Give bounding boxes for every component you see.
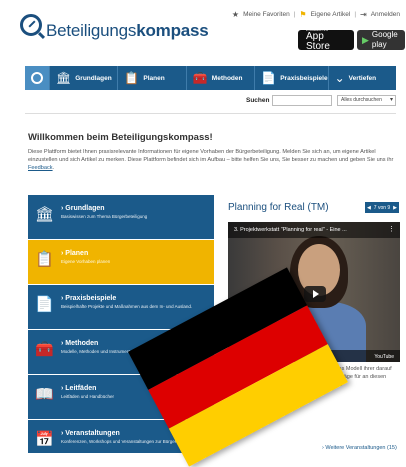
main-nav: 🏛 Grundlagen 📋 Planen 🧰 Methoden 📄 Praxi… — [25, 66, 396, 90]
prev-arrow-icon[interactable]: ◀ — [367, 205, 371, 211]
play-button[interactable] — [304, 286, 326, 302]
google-play-label: Google play — [371, 30, 398, 49]
video-title-bar: 3. Projektwerkstatt "Planning for real" … — [228, 222, 400, 238]
menu-subtitle: Leitfäden und Handbücher — [61, 394, 115, 399]
intro-body: Diese Plattform bietet Ihnen praxisrelev… — [28, 149, 394, 163]
book-icon: 📖 — [35, 386, 54, 403]
menu-title: › Planen — [61, 250, 89, 257]
favorites-link[interactable]: Meine Favoriten — [243, 11, 290, 18]
toolbox-icon: 🧰 — [192, 71, 208, 85]
nav-label: Praxisbeispiele — [280, 74, 328, 82]
app-store-label: App Store — [306, 31, 330, 52]
separator: | — [293, 11, 296, 18]
building-icon: 🏛 — [35, 206, 55, 223]
separator: | — [354, 11, 357, 18]
menu-item-grundlagen[interactable]: 🏛 › Grundlagen Basiswissen zum Thema Bürg… — [28, 194, 214, 239]
toolbox-icon: 🧰 — [35, 341, 54, 358]
clipboard-icon: 📋 — [124, 71, 140, 85]
chevron-down-icon: ⌄ — [334, 71, 345, 85]
nav-vertiefen[interactable]: ⌄ Vertiefen — [327, 66, 396, 90]
feedback-link[interactable]: Feedback — [28, 165, 53, 171]
top-links: ★ Meine Favoriten | ⚑ Eigene Artikel | ⇥… — [232, 10, 400, 19]
menu-item-planen[interactable]: 📋 › Planen Eigene Vorhaben planen — [28, 239, 214, 284]
menu-title: › Leitfäden — [61, 385, 97, 392]
youtube-logo: YouTube — [374, 354, 394, 360]
login-icon: ⇥ — [360, 10, 367, 19]
search-label: Suchen — [246, 97, 270, 104]
more-events-link[interactable]: › Weitere Veranstaltungen (15) — [322, 445, 397, 451]
nav-label: Vertiefen — [348, 74, 377, 82]
play-icon: ▶ — [362, 34, 369, 45]
articles-link[interactable]: Eigene Artikel — [311, 11, 351, 18]
logo-text: Beteiligungskompass — [46, 21, 209, 40]
share-icon[interactable]: ⋮ — [388, 222, 395, 238]
panel-pager[interactable]: ◀ 7 von 9 ▶ — [365, 202, 399, 213]
home-button[interactable] — [25, 66, 49, 90]
document-icon: 📄 — [261, 71, 277, 85]
google-play-button[interactable]: ▶ Google play — [357, 30, 405, 50]
search-scope-select[interactable]: Alles durchsuchen — [337, 95, 396, 106]
compass-home-icon — [31, 72, 43, 84]
search-input[interactable] — [272, 95, 332, 106]
building-icon: 🏛 — [56, 71, 72, 85]
document-icon: 📄 — [35, 296, 54, 313]
nav-label: Methoden — [211, 74, 243, 82]
video-title: 3. Projektwerkstatt "Planning for real" … — [234, 227, 347, 233]
nav-label: Grundlagen — [75, 74, 112, 82]
site-logo[interactable]: Beteiligungskompass — [20, 14, 209, 40]
nav-label: Planen — [143, 74, 165, 82]
nav-planen[interactable]: 📋 Planen — [117, 66, 185, 90]
login-link[interactable]: Anmelden — [371, 11, 400, 18]
menu-title: › Grundlagen — [61, 205, 105, 212]
star-icon: ★ — [231, 10, 240, 19]
intro-text: Diese Plattform bietet Ihnen praxisrelev… — [28, 149, 394, 171]
nav-methoden[interactable]: 🧰 Methoden — [185, 66, 254, 90]
compass-icon — [20, 14, 42, 36]
panel-title: Planning for Real (TM) — [228, 202, 329, 213]
menu-subtitle: Basiswissen zum Thema Bürgerbeteiligung — [61, 214, 148, 219]
app-store-button[interactable]: Erhältlich im App Store — [298, 28, 354, 52]
pager-label: 7 von 9 — [373, 204, 391, 211]
menu-title: › Praxisbeispiele — [61, 295, 117, 302]
flag-icon: ⚑ — [299, 10, 307, 19]
menu-subtitle: Eigene Vorhaben planen — [61, 259, 111, 264]
nav-praxisbeispiele[interactable]: 📄 Praxisbeispiele — [254, 66, 328, 90]
nav-grundlagen[interactable]: 🏛 Grundlagen — [49, 66, 117, 90]
welcome-title: Willkommen beim Beteiligungskompass! — [28, 132, 213, 143]
menu-title: › Methoden — [61, 340, 99, 347]
clipboard-icon: 📋 — [35, 251, 54, 268]
menu-title: › Veranstaltungen — [61, 430, 120, 437]
menu-subtitle: Beispielhafte Projekte und Maßnahmen aus… — [61, 304, 193, 309]
divider — [25, 113, 396, 114]
calendar-icon: 📅 — [35, 431, 54, 448]
next-arrow-icon[interactable]: ▶ — [393, 205, 397, 211]
